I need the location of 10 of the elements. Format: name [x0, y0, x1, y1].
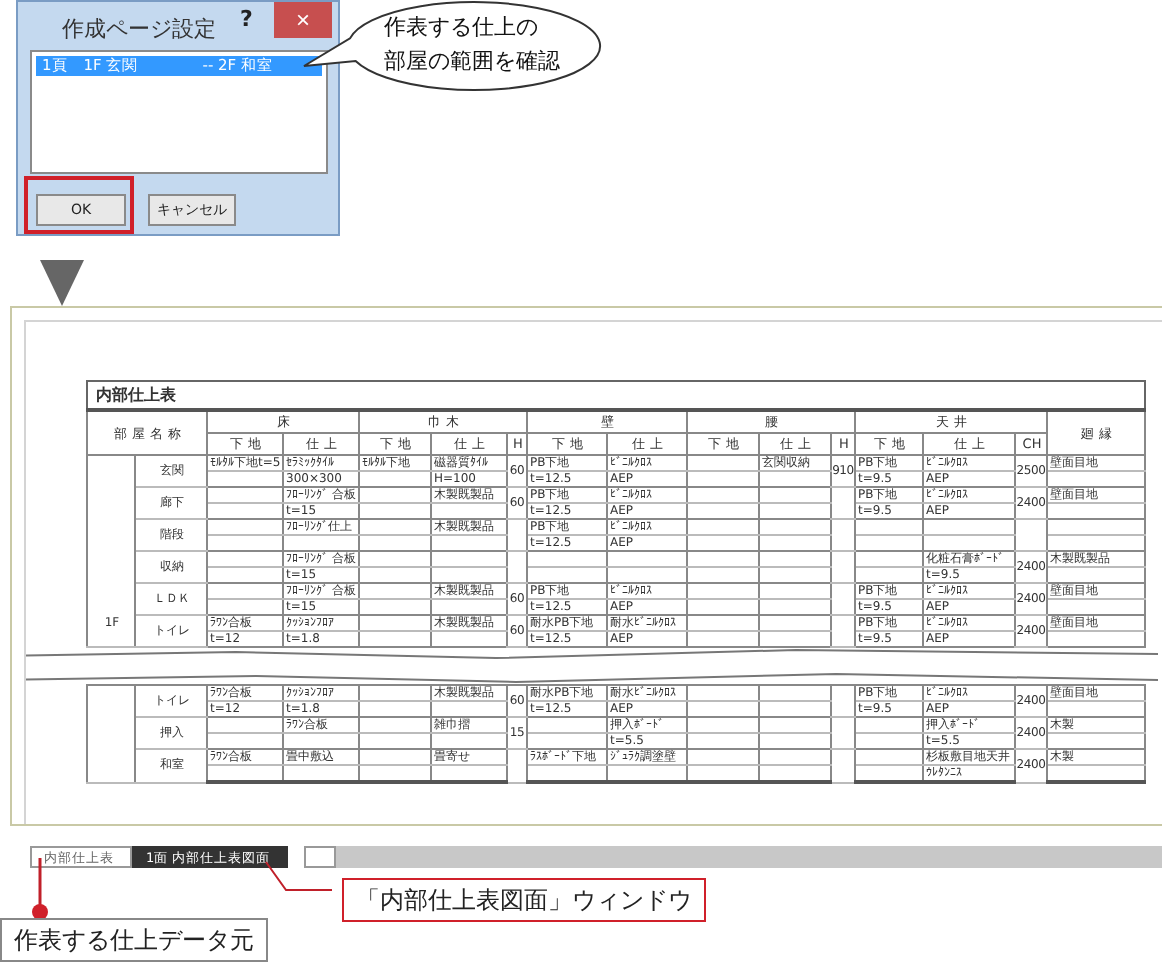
close-button[interactable]: × — [274, 2, 332, 38]
leader-line — [265, 861, 333, 891]
dialog-title: 作成ページ設定 — [62, 14, 216, 44]
callout-text: 作表する仕上の 部屋の範囲を確認 — [384, 12, 560, 78]
help-button[interactable]: ? — [240, 6, 253, 32]
window-tab[interactable] — [304, 846, 337, 868]
down-arrow-icon — [40, 260, 84, 306]
callout-label: 作表する仕上データ元 — [0, 918, 268, 962]
callout-label: 「内部仕上表図面」ウィンドウ — [342, 878, 706, 922]
marker-dot — [32, 904, 48, 920]
